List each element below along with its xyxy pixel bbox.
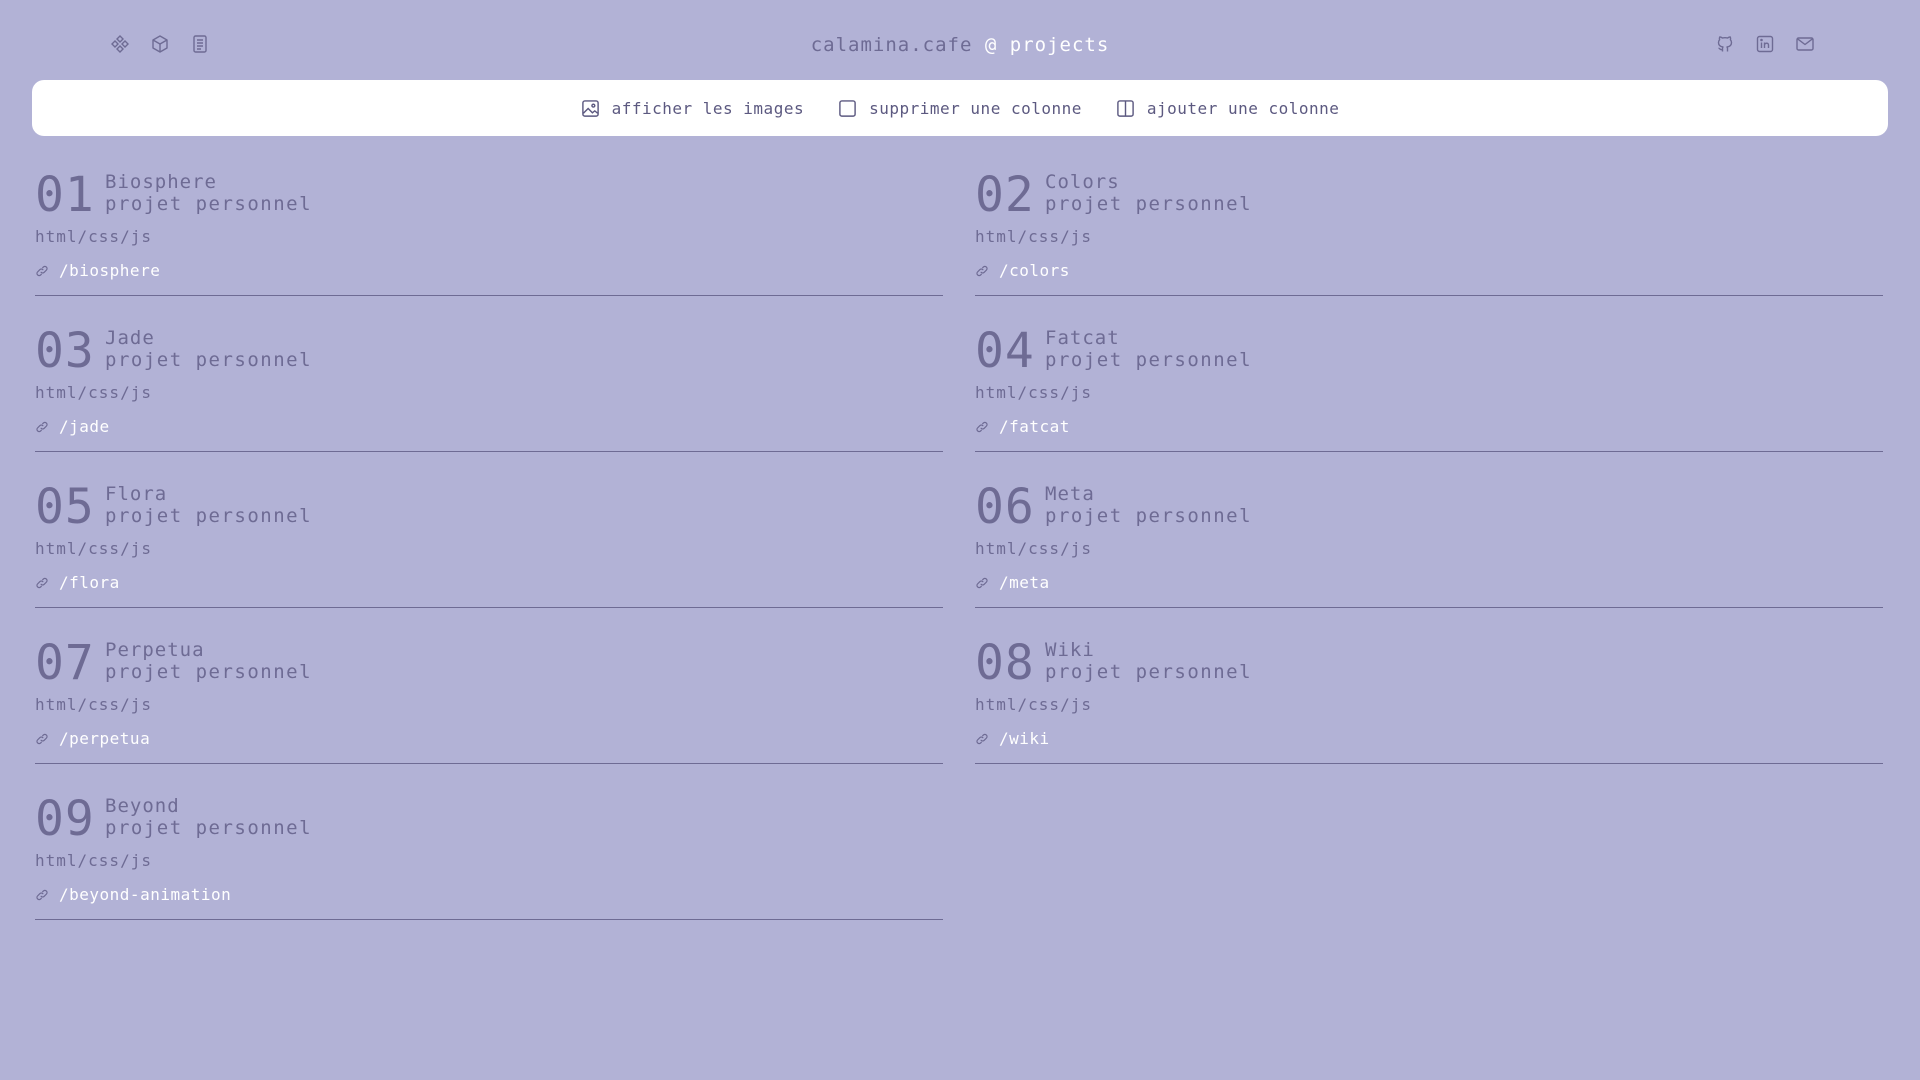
project-link[interactable]: /biosphere xyxy=(35,261,160,280)
project-number: 02 xyxy=(975,167,1035,223)
square-icon xyxy=(839,99,856,117)
project-link[interactable]: /beyond-animation xyxy=(35,885,231,904)
link-icon xyxy=(36,421,48,432)
project-tech: html/css/js xyxy=(975,695,1092,714)
project-name: Jade xyxy=(105,327,155,349)
project-type: projet personnel xyxy=(1045,349,1253,371)
project-card: 04 Fatcat projet personnel html/css/js /… xyxy=(975,321,1883,452)
project-link-label: /flora xyxy=(59,573,120,592)
project-name: Perpetua xyxy=(105,639,205,661)
project-type: projet personnel xyxy=(105,349,313,371)
show-images-label: afficher les images xyxy=(611,98,805,118)
project-link-label: /jade xyxy=(59,417,110,436)
link-icon xyxy=(976,421,988,432)
project-card: 09 Beyond projet personnel html/css/js /… xyxy=(35,789,943,920)
project-tech: html/css/js xyxy=(975,539,1092,558)
project-link[interactable]: /jade xyxy=(35,417,110,436)
project-tech: html/css/js xyxy=(35,539,152,558)
toolbar: afficher les images supprimer une colonn… xyxy=(32,80,1888,136)
project-tech: html/css/js xyxy=(35,851,152,870)
project-type: projet personnel xyxy=(105,193,313,215)
project-name: Flora xyxy=(105,483,168,505)
project-number: 05 xyxy=(35,479,95,535)
project-link-label: /beyond-animation xyxy=(59,885,232,904)
project-link[interactable]: /flora xyxy=(35,573,120,592)
project-name: Biosphere xyxy=(105,171,217,193)
project-name: Fatcat xyxy=(1045,327,1120,349)
columns-icon xyxy=(1117,99,1134,117)
link-icon xyxy=(976,577,988,588)
project-type: projet personnel xyxy=(1045,661,1253,683)
link-icon xyxy=(36,577,48,588)
project-link-label: /biosphere xyxy=(59,261,161,280)
link-icon xyxy=(976,733,988,744)
link-icon xyxy=(36,265,48,276)
link-icon xyxy=(976,265,988,276)
project-number: 06 xyxy=(975,479,1035,535)
add-column-label: ajouter une colonne xyxy=(1146,98,1340,118)
project-number: 07 xyxy=(35,635,95,691)
project-link-label: /colors xyxy=(999,261,1070,280)
linkedin-icon[interactable] xyxy=(1755,34,1775,54)
project-link[interactable]: /colors xyxy=(975,261,1070,280)
mail-icon[interactable] xyxy=(1795,34,1815,54)
project-link[interactable]: /meta xyxy=(975,573,1050,592)
project-link[interactable]: /fatcat xyxy=(975,417,1070,436)
project-card: 05 Flora projet personnel html/css/js /f… xyxy=(35,477,943,608)
project-link-label: /fatcat xyxy=(999,417,1070,436)
show-images-button[interactable]: afficher les images xyxy=(581,99,805,118)
project-type: projet personnel xyxy=(1045,505,1253,527)
project-card: 06 Meta projet personnel html/css/js /me… xyxy=(975,477,1883,608)
project-type: projet personnel xyxy=(105,817,313,839)
project-number: 04 xyxy=(975,323,1035,379)
project-link[interactable]: /wiki xyxy=(975,729,1050,748)
github-icon[interactable] xyxy=(1715,34,1735,54)
remove-column-label: supprimer une colonne xyxy=(869,98,1082,118)
project-name: Beyond xyxy=(105,795,180,817)
project-card: 07 Perpetua projet personnel html/css/js… xyxy=(35,633,943,764)
project-type: projet personnel xyxy=(105,505,313,527)
remove-column-button[interactable]: supprimer une colonne xyxy=(838,99,1082,118)
project-tech: html/css/js xyxy=(975,227,1092,246)
image-icon xyxy=(581,99,599,117)
project-tech: html/css/js xyxy=(35,383,152,402)
project-type: projet personnel xyxy=(1045,193,1253,215)
project-tech: html/css/js xyxy=(35,227,152,246)
projects-grid: 01 Biosphere projet personnel html/css/j… xyxy=(35,165,1885,945)
project-card: 02 Colors projet personnel html/css/js /… xyxy=(975,165,1883,296)
site-title-domain: calamina.cafe xyxy=(810,34,973,56)
top-bar: calamina.cafe @ projects xyxy=(0,0,1920,80)
project-tech: html/css/js xyxy=(975,383,1092,402)
project-number: 01 xyxy=(35,167,95,223)
site-title-section: @ projects xyxy=(984,34,1110,56)
link-icon xyxy=(36,733,48,744)
project-card: 08 Wiki projet personnel html/css/js /wi… xyxy=(975,633,1883,764)
right-icon-group xyxy=(1715,34,1815,54)
project-card: 01 Biosphere projet personnel html/css/j… xyxy=(35,165,943,296)
project-name: Meta xyxy=(1045,483,1095,505)
project-number: 03 xyxy=(35,323,95,379)
project-card: 03 Jade projet personnel html/css/js /ja… xyxy=(35,321,943,452)
project-tech: html/css/js xyxy=(35,695,152,714)
link-icon xyxy=(36,889,48,900)
project-link-label: /wiki xyxy=(999,729,1050,748)
project-type: projet personnel xyxy=(105,661,313,683)
project-number: 08 xyxy=(975,635,1035,691)
project-link-label: /perpetua xyxy=(59,729,151,748)
project-number: 09 xyxy=(35,791,95,847)
site-title: calamina.cafe @ projects xyxy=(0,34,1920,56)
project-name: Colors xyxy=(1045,171,1120,193)
add-column-button[interactable]: ajouter une colonne xyxy=(1116,99,1340,118)
project-name: Wiki xyxy=(1045,639,1095,661)
project-link-label: /meta xyxy=(999,573,1050,592)
project-link[interactable]: /perpetua xyxy=(35,729,150,748)
